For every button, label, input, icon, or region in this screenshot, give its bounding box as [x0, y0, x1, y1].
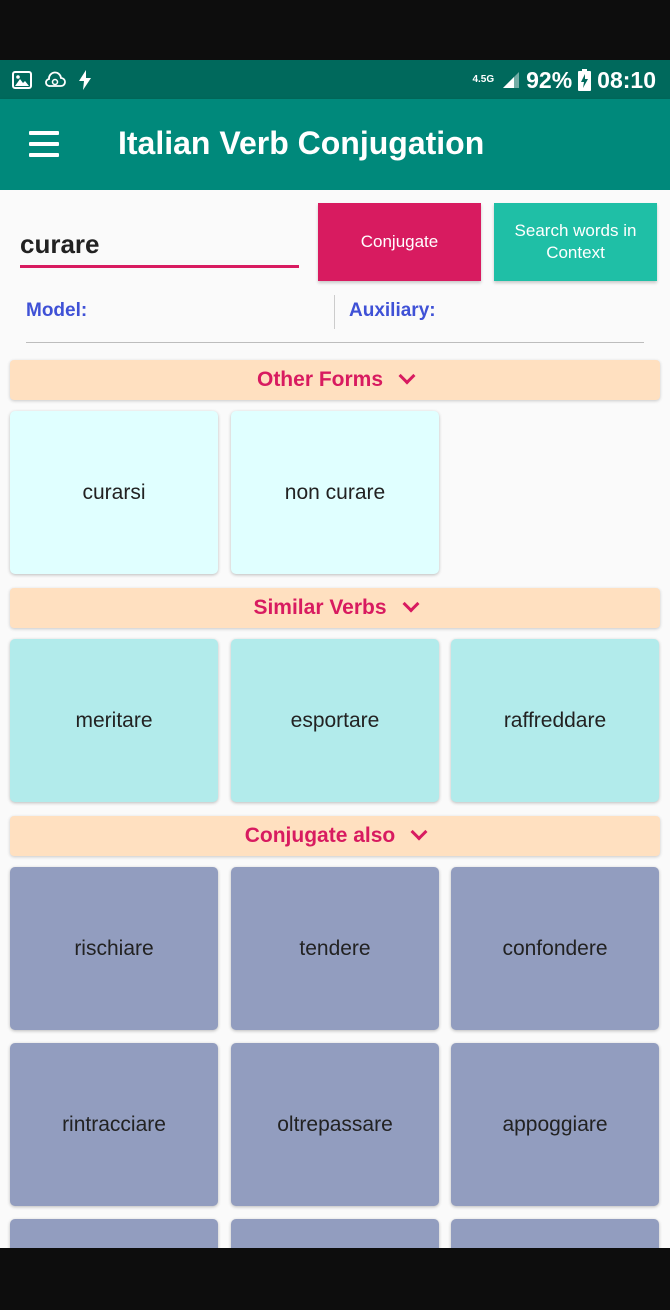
top-black-area — [0, 0, 670, 60]
similar-verb-card[interactable]: meritare — [10, 639, 218, 802]
network-type-label: 4.5G — [472, 74, 495, 85]
image-icon — [12, 71, 32, 89]
section-title: Conjugate also — [244, 824, 396, 847]
chevron-down-icon — [402, 595, 420, 613]
meta-underline — [26, 342, 644, 343]
conjugate-also-card[interactable]: rintracciare — [10, 1043, 218, 1206]
other-forms-header[interactable]: Other Forms — [10, 360, 660, 400]
conjugate-also-card-partial[interactable] — [231, 1219, 439, 1248]
battery-percent: 92% — [526, 66, 573, 93]
hamburger-menu-icon[interactable] — [26, 129, 62, 159]
meta-divider — [334, 295, 335, 329]
verb-input-wrapper — [20, 226, 299, 268]
section-title: Other Forms — [256, 368, 384, 391]
main-content: Conjugate Search words in Context Model:… — [0, 190, 670, 1248]
clock: 08:10 — [597, 66, 656, 93]
conjugate-also-card[interactable]: confondere — [451, 867, 659, 1030]
model-label: Model: — [26, 300, 88, 321]
other-form-card[interactable]: non curare — [231, 411, 439, 574]
auxiliary-label: Auxiliary: — [349, 300, 436, 321]
similar-verbs-header[interactable]: Similar Verbs — [10, 588, 660, 628]
search-in-context-button[interactable]: Search words in Context — [494, 203, 657, 281]
signal-icon — [503, 72, 520, 88]
conjugate-button[interactable]: Conjugate — [318, 203, 481, 281]
conjugate-also-card[interactable]: rischiare — [10, 867, 218, 1030]
similar-verb-card[interactable]: esportare — [231, 639, 439, 802]
status-bar: 4.5G 92% 08:10 — [0, 60, 670, 99]
conjugate-also-card-partial[interactable] — [451, 1219, 659, 1248]
app-bar: Italian Verb Conjugation — [0, 99, 670, 190]
conjugate-also-card[interactable]: tendere — [231, 867, 439, 1030]
chevron-down-icon — [410, 823, 428, 841]
cloud-sync-icon — [45, 71, 66, 87]
chevron-down-icon — [398, 367, 416, 385]
bottom-black-area — [0, 1248, 670, 1310]
charging-icon — [79, 70, 91, 90]
conjugate-also-card[interactable]: oltrepassare — [231, 1043, 439, 1206]
similar-verb-card[interactable]: raffreddare — [451, 639, 659, 802]
section-title: Similar Verbs — [253, 596, 387, 619]
battery-charging-icon — [578, 69, 592, 91]
conjugate-also-header[interactable]: Conjugate also — [10, 816, 660, 856]
other-form-card[interactable]: curarsi — [10, 411, 218, 574]
conjugate-also-card-partial[interactable] — [10, 1219, 218, 1248]
conjugate-also-card[interactable]: appoggiare — [451, 1043, 659, 1206]
app-title: Italian Verb Conjugation — [118, 125, 485, 161]
verb-input[interactable] — [20, 226, 299, 262]
